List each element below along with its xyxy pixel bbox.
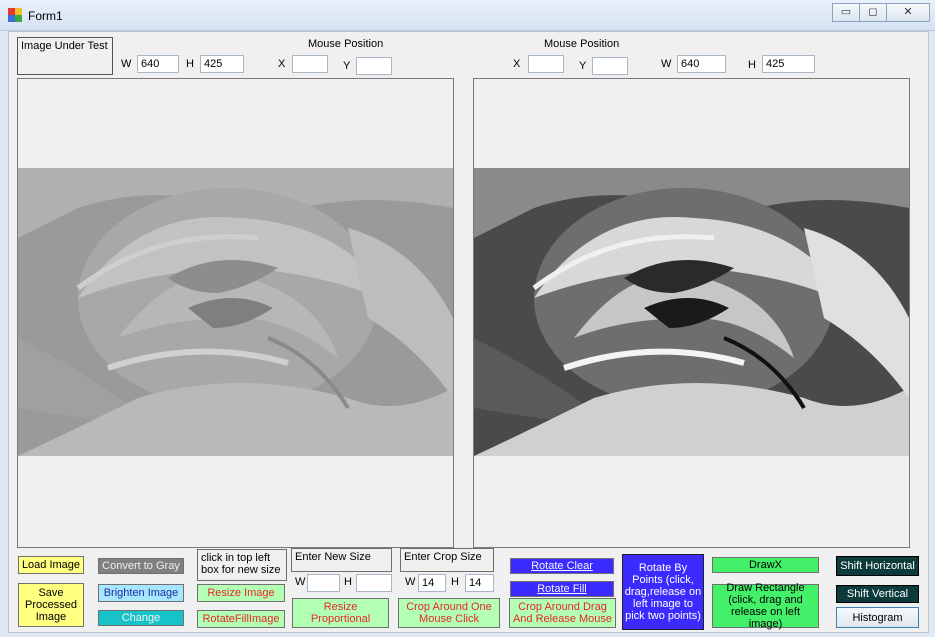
new-width-input[interactable] xyxy=(307,574,340,592)
original-image-panel[interactable] xyxy=(17,78,454,548)
resize-proportional-button[interactable]: Resize Proportional xyxy=(292,598,389,628)
mouse-x-left-input[interactable] xyxy=(292,55,328,73)
crop-height-label: H xyxy=(451,576,459,588)
enter-crop-size-box: Enter Crop Size xyxy=(400,548,494,572)
enter-new-size-box: Enter New Size xyxy=(291,548,392,572)
crop-around-one-click-button[interactable]: Crop Around One Mouse Click xyxy=(398,598,500,628)
draw-rectangle-button[interactable]: Draw Rectangle (click, drag and release … xyxy=(712,582,819,630)
mouse-position-left-label: Mouse Position xyxy=(308,38,384,50)
minimize-button[interactable]: ▭ xyxy=(832,3,860,22)
new-height-input[interactable] xyxy=(356,574,392,592)
convert-to-gray-button[interactable]: Convert to Gray xyxy=(98,558,184,574)
rotate-by-points-label: Rotate By Points (click, drag,release on… xyxy=(624,562,702,622)
original-rose-image[interactable] xyxy=(18,168,453,456)
right-height-label: H xyxy=(748,59,756,71)
resize-image-button[interactable]: Resize Image xyxy=(197,584,285,602)
crop-width-input[interactable]: 14 xyxy=(418,574,446,592)
shift-vertical-button[interactable]: Shift Vertical xyxy=(836,585,919,603)
right-width-label: W xyxy=(661,58,672,70)
close-icon: ✕ xyxy=(903,6,913,18)
draw-rectangle-label: Draw Rectangle (click, drag and release … xyxy=(726,582,805,630)
title-bar: Form1 ▭ ◻ ✕ xyxy=(0,0,935,31)
rotate-by-points-button[interactable]: Rotate By Points (click, drag,release on… xyxy=(622,554,704,630)
mouse-x-right-label: X xyxy=(513,58,521,70)
rotate-clear-label: Rotate Clear xyxy=(531,560,593,572)
save-processed-image-button[interactable]: Save Processed Image xyxy=(18,583,84,627)
processed-rose-image[interactable] xyxy=(474,168,909,456)
shift-horizontal-label: Shift Horizontal xyxy=(840,560,915,572)
save-processed-label: Save Processed Image xyxy=(25,587,77,623)
left-height-label: H xyxy=(186,58,194,70)
mouse-x-left-label: X xyxy=(278,58,286,70)
rotate-fill-button[interactable]: Rotate Fill xyxy=(510,581,614,597)
crop-width-label: W xyxy=(405,576,416,588)
mouse-y-left-input[interactable] xyxy=(356,57,392,75)
maximize-button[interactable]: ◻ xyxy=(859,3,887,22)
resize-hint-text: click in top left box for new size xyxy=(201,552,281,576)
rotate-fill-image-button[interactable]: RotateFillImage xyxy=(197,610,285,628)
mouse-y-left-label: Y xyxy=(343,60,351,72)
maximize-icon: ◻ xyxy=(868,6,878,18)
resize-proportional-label: Resize Proportional xyxy=(310,601,371,625)
mouse-x-right-input[interactable] xyxy=(528,55,564,73)
draw-x-button[interactable]: DrawX xyxy=(712,557,819,573)
load-image-label: Load Image xyxy=(21,559,81,571)
draw-x-label: DrawX xyxy=(748,559,782,571)
enter-crop-size-label: Enter Crop Size xyxy=(404,551,482,563)
crop-drag-label: Crop Around Drag And Release Mouse xyxy=(512,601,613,625)
brighten-image-label: Brighten Image xyxy=(103,587,179,599)
image-under-test-box: Image Under Test xyxy=(17,37,113,75)
right-height-input[interactable]: 425 xyxy=(762,55,815,73)
new-height-label: H xyxy=(344,576,352,588)
enter-new-size-label: Enter New Size xyxy=(295,551,371,563)
rotate-clear-button[interactable]: Rotate Clear xyxy=(510,558,614,574)
histogram-button[interactable]: Histogram xyxy=(836,607,919,628)
crop-drag-release-button[interactable]: Crop Around Drag And Release Mouse xyxy=(509,598,616,628)
histogram-label: Histogram xyxy=(852,611,903,624)
resize-image-label: Resize Image xyxy=(207,587,275,599)
shift-vertical-label: Shift Vertical xyxy=(846,588,909,600)
rotate-fill-label: Rotate Fill xyxy=(537,583,587,595)
minimize-icon: ▭ xyxy=(840,6,852,18)
crop-height-input[interactable]: 14 xyxy=(465,574,494,592)
convert-to-gray-label: Convert to Gray xyxy=(102,560,180,572)
change-button[interactable]: Change xyxy=(98,610,184,626)
close-button[interactable]: ✕ xyxy=(886,3,930,22)
crop-one-click-label: Crop Around One Mouse Click xyxy=(406,601,492,625)
app-icon xyxy=(8,8,22,22)
left-width-input[interactable]: 640 xyxy=(137,55,179,73)
mouse-y-right-label: Y xyxy=(579,60,587,72)
processed-image-panel[interactable] xyxy=(473,78,910,548)
mouse-position-right-label: Mouse Position xyxy=(544,38,620,50)
change-label: Change xyxy=(121,612,161,624)
resize-hint-box: click in top left box for new size xyxy=(197,549,287,581)
brighten-image-button[interactable]: Brighten Image xyxy=(98,584,184,602)
new-width-label: W xyxy=(295,576,306,588)
image-under-test-label: Image Under Test xyxy=(21,40,108,52)
left-width-label: W xyxy=(121,58,132,70)
left-height-input[interactable]: 425 xyxy=(200,55,244,73)
shift-horizontal-button[interactable]: Shift Horizontal xyxy=(836,556,919,576)
rotate-fill-image-label: RotateFillImage xyxy=(202,613,280,625)
mouse-y-right-input[interactable] xyxy=(592,57,628,75)
window-title: Form1 xyxy=(28,9,63,23)
load-image-button[interactable]: Load Image xyxy=(18,556,84,574)
right-width-input[interactable]: 640 xyxy=(677,55,726,73)
